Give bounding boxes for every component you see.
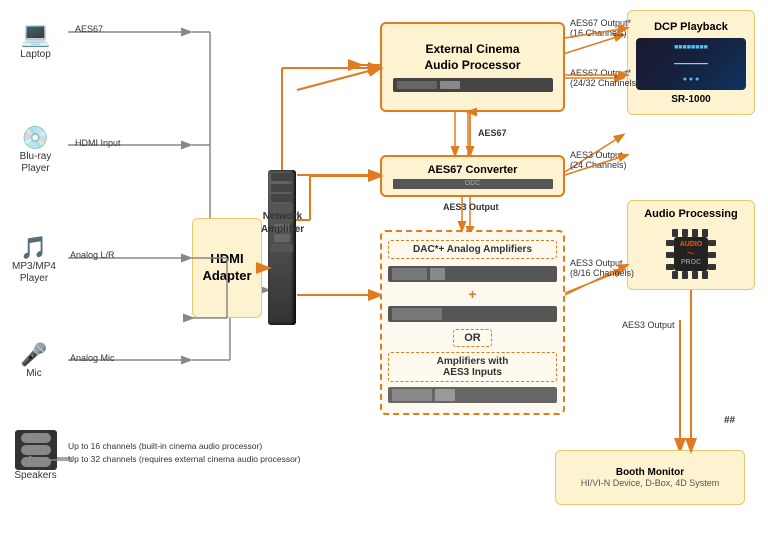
aes67-16ch-label: AES67 Output*(16 Channels): [570, 18, 631, 38]
hdmi-adapter-box: HDMIAdapter: [192, 218, 262, 318]
aes67-mid-label: AES67: [478, 128, 507, 138]
amplifiers-aes3-label: Amplifiers withAES3 Inputs: [388, 352, 557, 382]
plus-symbol: +: [468, 286, 476, 302]
speakers-note2: Up to 32 channels (requires external cin…: [68, 453, 328, 466]
audio-processing-label: Audio Processing: [644, 208, 738, 220]
aes3-output-right-label: AES3 Output: [622, 320, 675, 330]
aes67-converter-box: AES67 Converter ODC: [380, 155, 565, 197]
chip-container: AUDIO 〜 PROC: [662, 225, 720, 283]
audio-processing-box: Audio Processing: [627, 200, 755, 290]
speakers-notes: Up to 16 channels (built-in cinema audio…: [68, 440, 328, 466]
dac-amplifiers-container: DAC*+ Analog Amplifiers + OR Amplifiers …: [380, 230, 565, 415]
speakers-label: Speakers: [14, 470, 56, 481]
chip-body: AUDIO 〜 PROC: [674, 237, 708, 271]
hdmi-adapter-label: HDMIAdapter: [202, 251, 251, 285]
rack-unit-3: [388, 387, 557, 403]
dcp-playback-box: DCP Playback ■■■■■■■■ ━━━━━━━━ ● ● ● SR-…: [627, 10, 755, 115]
laptop-device: 💻 Laptop: [8, 12, 63, 67]
bluray-hdmi-label: HDMI Input: [75, 138, 121, 148]
speakers-note1: Up to 16 channels (built-in cinema audio…: [68, 440, 328, 453]
external-cinema-label: External CinemaAudio Processor: [424, 42, 520, 73]
sr1000-unit: ■■■■■■■■ ━━━━━━━━ ● ● ●: [636, 38, 746, 90]
mp3-icon: 🎵: [20, 235, 47, 261]
rack-unit-1: [388, 266, 557, 282]
sr1000-label: SR-1000: [671, 94, 710, 105]
hash-label: ##: [724, 415, 735, 426]
network-amplifier-label: Network Amplifier Network Amplifier: [255, 210, 310, 236]
dac-amplifiers-label: DAC*+ Analog Amplifiers: [388, 240, 557, 259]
mic-icon: 🎤: [20, 342, 47, 368]
aes3-24ch-label: AES3 Output(24 Channels): [570, 150, 627, 170]
booth-monitor-box: Booth Monitor HI/VI-N Device, D-Box, 4D …: [555, 450, 745, 505]
rack-unit-2: [388, 306, 557, 322]
speakers-device: Speakers: [8, 428, 63, 483]
mic-device: 🎤 Mic: [14, 338, 54, 383]
aes3-816ch-label: AES3 Output(8/16 Channels): [570, 258, 634, 278]
mp3-label: MP3/MP4Player: [12, 261, 56, 285]
laptop-icon: 💻: [21, 20, 51, 49]
aes3-output-label: AES3 Output: [443, 202, 499, 212]
analog-mic-label: Analog Mic: [70, 353, 115, 363]
laptop-label: Laptop: [20, 49, 51, 60]
booth-monitor-sublabel: HI/VI-N Device, D-Box, 4D System: [581, 478, 720, 488]
aes67-2432ch-label: AES67 Output*(24/32 Channels): [570, 68, 639, 88]
analog-lr-label: Analog L/R: [70, 250, 115, 260]
system-diagram: 💻 Laptop AES67 💿 Blu-rayPlayer HDMI Inpu…: [0, 0, 768, 536]
dcp-playback-label: DCP Playback: [654, 21, 728, 33]
external-cinema-box: External CinemaAudio Processor: [380, 22, 565, 112]
or-label: OR: [453, 329, 492, 347]
network-amplifier-unit: [268, 170, 296, 325]
aes67-converter-label: AES67 Converter: [428, 164, 518, 176]
bluray-device: 💿 Blu-rayPlayer: [8, 122, 63, 177]
mp3-device: 🎵 MP3/MP4Player: [4, 232, 64, 287]
bluray-icon: 💿: [22, 125, 49, 151]
laptop-hdmi-label: AES67: [75, 24, 103, 34]
speakers-icon: [15, 430, 57, 470]
bluray-label: Blu-rayPlayer: [20, 151, 52, 175]
mic-label: Mic: [26, 368, 42, 379]
booth-monitor-label: Booth Monitor: [616, 467, 684, 478]
